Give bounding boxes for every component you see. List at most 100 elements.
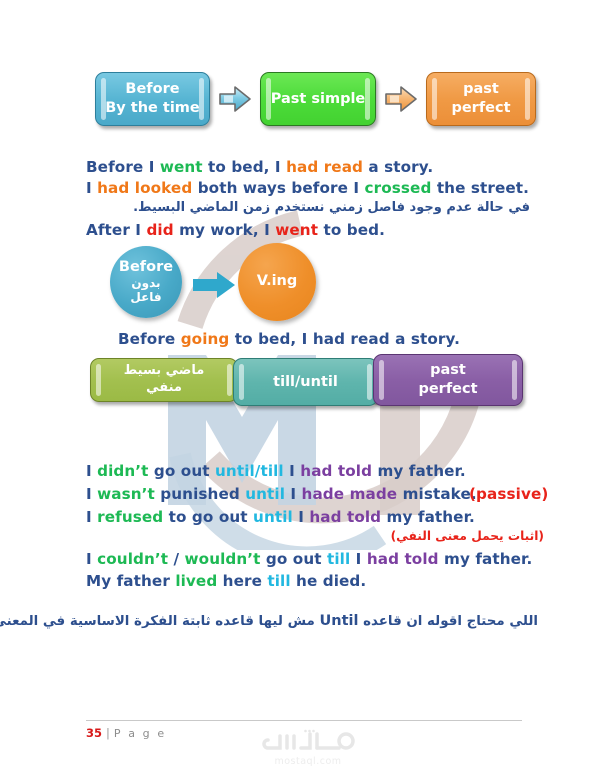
seg: did xyxy=(146,221,174,239)
circle-before-label: Before xyxy=(118,258,174,275)
seg: I xyxy=(86,179,98,197)
seg: he died. xyxy=(290,572,367,590)
example-line-1: Before I went to bed, I had read a story… xyxy=(86,158,433,176)
flow-box-line: منفي xyxy=(146,380,182,395)
flow-box-till-until[interactable]: till/until xyxy=(233,358,378,406)
circle-v-ing[interactable]: V.ing xyxy=(238,243,316,321)
seg: refused xyxy=(97,508,164,526)
svg-text:mostaql.com: mostaql.com xyxy=(274,756,341,767)
example-till-line-5: My father lived here till he died. xyxy=(86,572,366,590)
footer-divider xyxy=(86,720,522,721)
flow-box-line: past xyxy=(463,81,499,98)
seg: I xyxy=(86,508,98,526)
closing-note-right: اللي محتاج اقوله ان قاعده xyxy=(363,614,538,629)
document-page: Before By the time Past simple past perf… xyxy=(0,0,606,777)
circle-before-ar-line2: فاعل xyxy=(130,289,162,304)
seg: crossed xyxy=(364,179,432,197)
example-line-3: After I did my work, I went to bed. xyxy=(86,221,385,239)
seg: till xyxy=(327,550,351,568)
flow-box-line: ماضي بسيط xyxy=(123,363,205,379)
seg: I xyxy=(86,550,98,568)
diagram-one-flow: Before By the time Past simple past perf… xyxy=(95,72,536,126)
seg: wouldn’t xyxy=(184,550,261,568)
seg: had told xyxy=(309,508,382,526)
footer-page-indicator: 35 | P a g e xyxy=(86,726,166,740)
seg: I xyxy=(86,485,98,503)
seg: until/till xyxy=(215,462,284,480)
flow-box-line: By the time xyxy=(105,100,200,116)
seg: went xyxy=(275,221,319,239)
flow-box-line: Before xyxy=(125,81,180,98)
seg: went xyxy=(159,158,203,176)
example-before-going: Before going to bed, I had read a story. xyxy=(118,330,460,348)
seg: I xyxy=(86,462,98,480)
seg: until xyxy=(245,485,286,503)
seg: to bed, I had read a story. xyxy=(229,330,460,348)
flow-box-past-perfect[interactable]: past perfect xyxy=(426,72,536,126)
example-until-line-3: I refused to go out until I had told my … xyxy=(86,508,475,526)
seg: I xyxy=(283,462,301,480)
passive-tag: (passive) xyxy=(469,485,549,503)
flow-box-past-simple-negative[interactable]: ماضي بسيط منفي xyxy=(90,358,238,402)
circle-before[interactable]: Before بدون فاعل xyxy=(110,246,182,318)
circle-v-ing-label: V.ing xyxy=(256,273,298,290)
seg: had looked xyxy=(97,179,193,197)
seg: / xyxy=(168,550,185,568)
flow-box-past-perfect-2[interactable]: past perfect xyxy=(373,354,523,406)
flow-box-line: perfect xyxy=(418,381,478,397)
seg: going xyxy=(180,330,230,348)
circle-before-ar-line1: بدون xyxy=(131,275,161,290)
seg: had told xyxy=(366,550,439,568)
closing-arabic-note: اللي محتاج اقوله ان قاعده Until مش ليها … xyxy=(0,613,538,629)
closing-note-left: مش ليها قاعده ثابتة الفكرة الاساسية في ا… xyxy=(0,614,315,629)
mostaql-watermark-logo: mostaql.com xyxy=(258,726,358,770)
seg: to go out xyxy=(163,508,254,526)
seg: had told xyxy=(300,462,373,480)
seg: My father xyxy=(86,572,176,590)
flow-box-line: past xyxy=(430,362,466,379)
seg: mistake. xyxy=(397,485,477,503)
arrow-right-blue-icon xyxy=(218,84,252,114)
seg: punished xyxy=(154,485,246,503)
flow-box-line: Past simple xyxy=(270,90,366,107)
example-until-line-2: I wasn’t punished until I hade made mist… xyxy=(86,485,477,503)
seg: lived xyxy=(175,572,218,590)
diagram-two-circles: Before بدون فاعل V.ing xyxy=(110,243,320,321)
seg: to bed, I xyxy=(202,158,287,176)
seg: a story. xyxy=(363,158,434,176)
seg: until xyxy=(253,508,293,526)
flow-box-before-by-the-time[interactable]: Before By the time xyxy=(95,72,210,126)
seg: Before xyxy=(118,330,181,348)
seg: the street. xyxy=(431,179,530,197)
arabic-note-affirmative-negative: (اثبات يحمل معنى النفي) xyxy=(390,529,544,543)
footer-separator: | xyxy=(106,726,110,740)
seg: Before I xyxy=(86,158,160,176)
seg: till xyxy=(267,572,291,590)
seg: couldn’t xyxy=(97,550,169,568)
seg: I xyxy=(292,508,310,526)
seg: hade made xyxy=(301,485,398,503)
seg: both ways before I xyxy=(192,179,365,197)
seg: I xyxy=(285,485,302,503)
seg: here xyxy=(217,572,268,590)
seg: my work, I xyxy=(173,221,276,239)
flow-box-line: perfect xyxy=(451,100,511,116)
page-number: 35 xyxy=(86,726,103,740)
flow-box-past-simple[interactable]: Past simple xyxy=(260,72,376,126)
example-until-line-1: I didn’t go out until/till I had told my… xyxy=(86,462,466,480)
seg: After I xyxy=(86,221,147,239)
seg: I xyxy=(350,550,367,568)
arrow-right-orange-icon xyxy=(384,84,418,114)
seg: my father. xyxy=(438,550,533,568)
seg: to bed. xyxy=(318,221,385,239)
seg: go out xyxy=(148,462,216,480)
page-label: P a g e xyxy=(113,726,167,740)
seg: my father. xyxy=(381,508,475,526)
seg: didn’t xyxy=(97,462,149,480)
example-line-2: I had looked both ways before I crossed … xyxy=(86,179,529,197)
flow-box-line: till/until xyxy=(273,373,338,390)
seg: wasn’t xyxy=(97,485,155,503)
seg: go out xyxy=(260,550,328,568)
seg: my father. xyxy=(372,462,466,480)
closing-note-keyword: Until xyxy=(319,613,359,629)
